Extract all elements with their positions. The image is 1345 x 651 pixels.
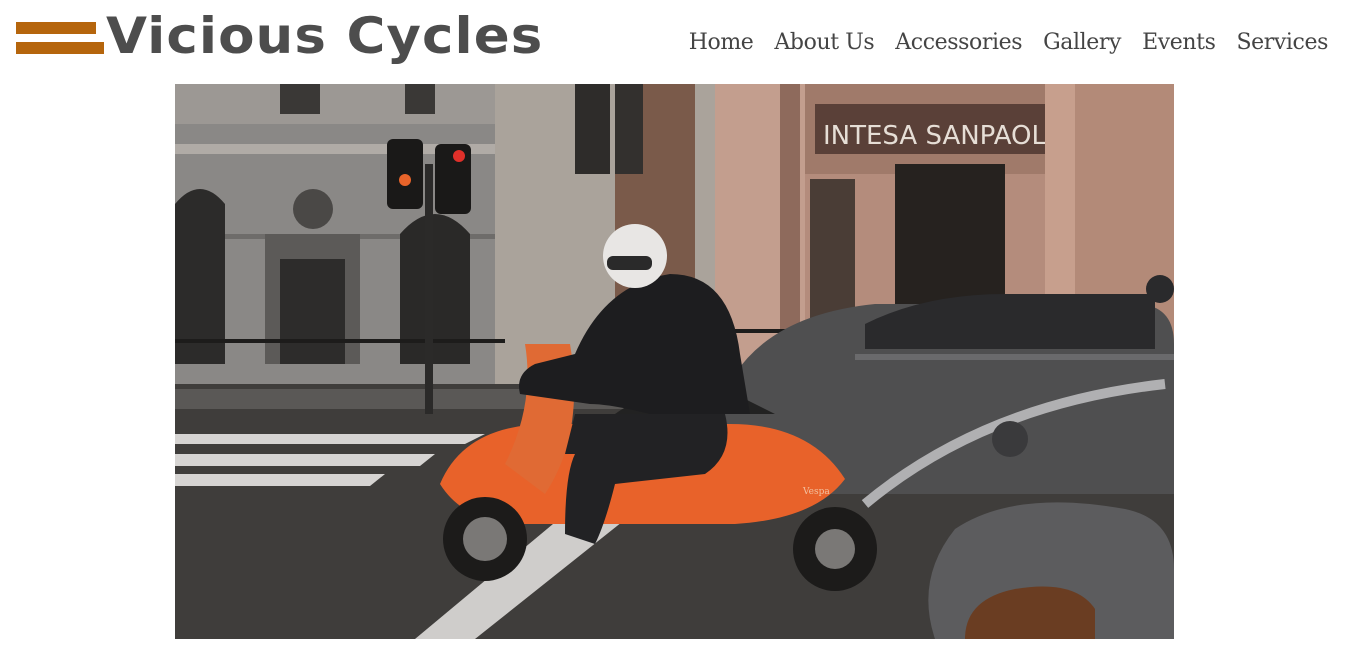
scooter-badge: Vespa xyxy=(802,487,830,497)
nav-events[interactable]: Events xyxy=(1142,30,1216,56)
nav-about-us[interactable]: About Us xyxy=(774,30,874,56)
hero-image: INTESA SANPAOLO Vespa xyxy=(175,84,1174,639)
page: Vicious Cycles Home About Us Accessories… xyxy=(0,0,1345,651)
brand-name: Vicious Cycles xyxy=(106,7,544,65)
nav-home[interactable]: Home xyxy=(689,30,754,56)
brand-logo[interactable]: Vicious Cycles xyxy=(16,8,542,64)
nav-gallery[interactable]: Gallery xyxy=(1043,30,1121,56)
bank-sign: INTESA SANPAOLO xyxy=(823,121,1066,151)
nav-services[interactable]: Services xyxy=(1236,30,1328,56)
nav-accessories[interactable]: Accessories xyxy=(895,30,1022,56)
logo-stripes-icon xyxy=(16,16,108,56)
hero-photo-scooter-rider: INTESA SANPAOLO Vespa xyxy=(175,84,1174,639)
main-nav: Home About Us Accessories Gallery Events… xyxy=(689,30,1329,56)
